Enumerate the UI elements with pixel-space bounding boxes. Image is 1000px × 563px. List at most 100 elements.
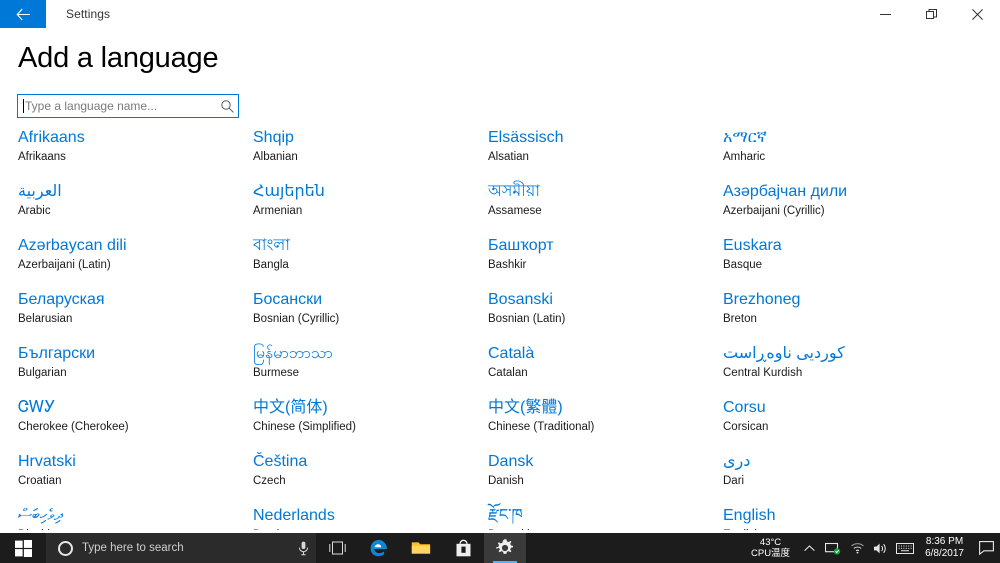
language-english-name: Divehi [18, 528, 235, 530]
language-native-name: ދިވެހިބަސް [18, 506, 235, 525]
language-item[interactable]: کوردیی ناوەڕاستCentral Kurdish [723, 344, 1000, 398]
language-item[interactable]: دریDari [723, 452, 1000, 506]
language-english-name: Breton [723, 312, 1000, 327]
language-native-name: অসমীয়া [488, 182, 705, 201]
language-item[interactable]: অসমীয়াAssamese [488, 182, 705, 236]
language-english-name: Catalan [488, 366, 705, 381]
settings-gear-icon [495, 538, 515, 558]
language-item[interactable]: 中文(简体)Chinese (Simplified) [253, 398, 470, 452]
language-native-name: Čeština [253, 452, 470, 471]
language-item[interactable]: 中文(繁體)Chinese (Traditional) [488, 398, 705, 452]
title-bar: Settings [0, 0, 1000, 28]
language-item[interactable]: Català Catalan [488, 344, 705, 398]
language-item[interactable]: العربيةArabic [18, 182, 235, 236]
language-english-name: Cherokee (Cherokee) [18, 420, 235, 435]
keyboard-button[interactable] [893, 533, 917, 563]
language-item[interactable]: ElsässischAlsatian [488, 128, 705, 182]
volume-icon [873, 542, 889, 555]
close-icon [972, 9, 983, 20]
cortana-circle-icon [58, 541, 73, 556]
language-item[interactable]: БашҡортBashkir [488, 236, 705, 290]
wifi-icon [850, 542, 865, 554]
file-explorer-button[interactable] [400, 533, 442, 563]
restore-button[interactable] [908, 0, 954, 28]
network-status-icon [825, 542, 841, 555]
language-item[interactable]: BosanskiBosnian (Latin) [488, 290, 705, 344]
search-input[interactable]: Type a language name... [17, 94, 239, 118]
windows-start-icon [15, 540, 32, 557]
settings-button[interactable] [484, 533, 526, 563]
language-item[interactable]: ShqipAlbanian [253, 128, 470, 182]
language-item[interactable]: HrvatskiCroatian [18, 452, 235, 506]
edge-browser-button[interactable] [358, 533, 400, 563]
language-item[interactable]: Nederlands Dutch [253, 506, 470, 530]
minimize-button[interactable] [862, 0, 908, 28]
language-native-name: Босански [253, 290, 470, 309]
language-item[interactable]: Azərbaycan diliAzerbaijani (Latin) [18, 236, 235, 290]
language-english-name: Albanian [253, 150, 470, 165]
language-english-name: Amharic [723, 150, 1000, 165]
network-status-button[interactable] [821, 533, 845, 563]
language-english-name: Chinese (Simplified) [253, 420, 470, 435]
language-native-name: Nederlands [253, 506, 470, 525]
language-english-name: Central Kurdish [723, 366, 1000, 381]
language-english-name: Corsican [723, 420, 1000, 435]
language-native-name: Català [488, 344, 705, 363]
search-icon [221, 100, 234, 113]
action-center-button[interactable] [972, 533, 1000, 563]
search-button[interactable] [216, 100, 238, 113]
language-item[interactable]: አማርኛ Amharic [723, 128, 1000, 182]
show-hidden-icons-button[interactable] [797, 533, 821, 563]
start-button[interactable] [0, 533, 46, 563]
search-placeholder: Type a language name... [24, 99, 216, 113]
language-item[interactable]: ᏣᎳᎩCherokee (Cherokee) [18, 398, 235, 452]
language-list: Afrikaans Afrikaans العربيةArabicAzərbayca… [0, 128, 1000, 530]
language-english-name: Afrikaans [18, 150, 235, 165]
language-item[interactable]: Азәрбајчан дилиAzerbaijani (Cyrillic) [723, 182, 1000, 236]
language-item[interactable]: BrezhonegBreton [723, 290, 1000, 344]
language-item[interactable]: EuskaraBasque [723, 236, 1000, 290]
language-column: አማርኛ Amharic Азәрбајчан дилиAzerbaijani (C… [705, 128, 1000, 530]
language-item[interactable]: ČeštinaCzech [253, 452, 470, 506]
language-english-name: English [723, 528, 1000, 530]
language-item[interactable]: БосанскиBosnian (Cyrillic) [253, 290, 470, 344]
language-native-name: Corsu [723, 398, 1000, 417]
volume-button[interactable] [869, 533, 893, 563]
language-item[interactable]: Български Bulgarian [18, 344, 235, 398]
microphone-button[interactable] [290, 541, 316, 556]
language-item[interactable]: EnglishEnglish [723, 506, 1000, 530]
window-controls [862, 0, 1000, 28]
close-button[interactable] [954, 0, 1000, 28]
language-item[interactable]: DanskDanish [488, 452, 705, 506]
language-item[interactable]: Corsu Corsican [723, 398, 1000, 452]
language-native-name: Български [18, 344, 235, 363]
back-arrow-icon [16, 8, 31, 21]
language-english-name: Dutch [253, 528, 470, 530]
back-button[interactable] [0, 0, 46, 28]
language-native-name: Elsässisch [488, 128, 705, 147]
language-item[interactable]: မြန်မာဘာသာ Burmese [253, 344, 470, 398]
language-native-name: Afrikaans [18, 128, 235, 147]
language-native-name: دری [723, 452, 1000, 471]
cortana-search-box[interactable]: Type here to search [46, 533, 316, 563]
window-title: Settings [66, 7, 110, 21]
microsoft-store-button[interactable] [442, 533, 484, 563]
language-item[interactable]: БеларускаяBelarusian [18, 290, 235, 344]
language-native-name: አማርኛ [723, 128, 1000, 147]
language-native-name: မြန်မာဘာသာ [253, 344, 470, 363]
task-view-button[interactable] [316, 533, 358, 563]
language-item[interactable]: Afrikaans Afrikaans [18, 128, 235, 182]
wifi-button[interactable] [845, 533, 869, 563]
language-item[interactable]: বাংলাBangla [253, 236, 470, 290]
language-english-name: Arabic [18, 204, 235, 219]
language-item[interactable]: རྫོང་ཁDzongkha [488, 506, 705, 530]
cpu-temperature-widget: 43°C CPU温度 [744, 533, 797, 563]
language-english-name: Bulgarian [18, 366, 235, 381]
language-item[interactable]: ދިވެހިބަސް Divehi [18, 506, 235, 530]
language-native-name: Hrvatski [18, 452, 235, 471]
language-english-name: Burmese [253, 366, 470, 381]
language-column: Afrikaans Afrikaans العربيةArabicAzərbayca… [0, 128, 235, 530]
language-item[interactable]: ՀայերենArmenian [253, 182, 470, 236]
chevron-up-icon [804, 545, 815, 552]
clock[interactable]: 8:36 PM 6/8/2017 [917, 533, 972, 563]
